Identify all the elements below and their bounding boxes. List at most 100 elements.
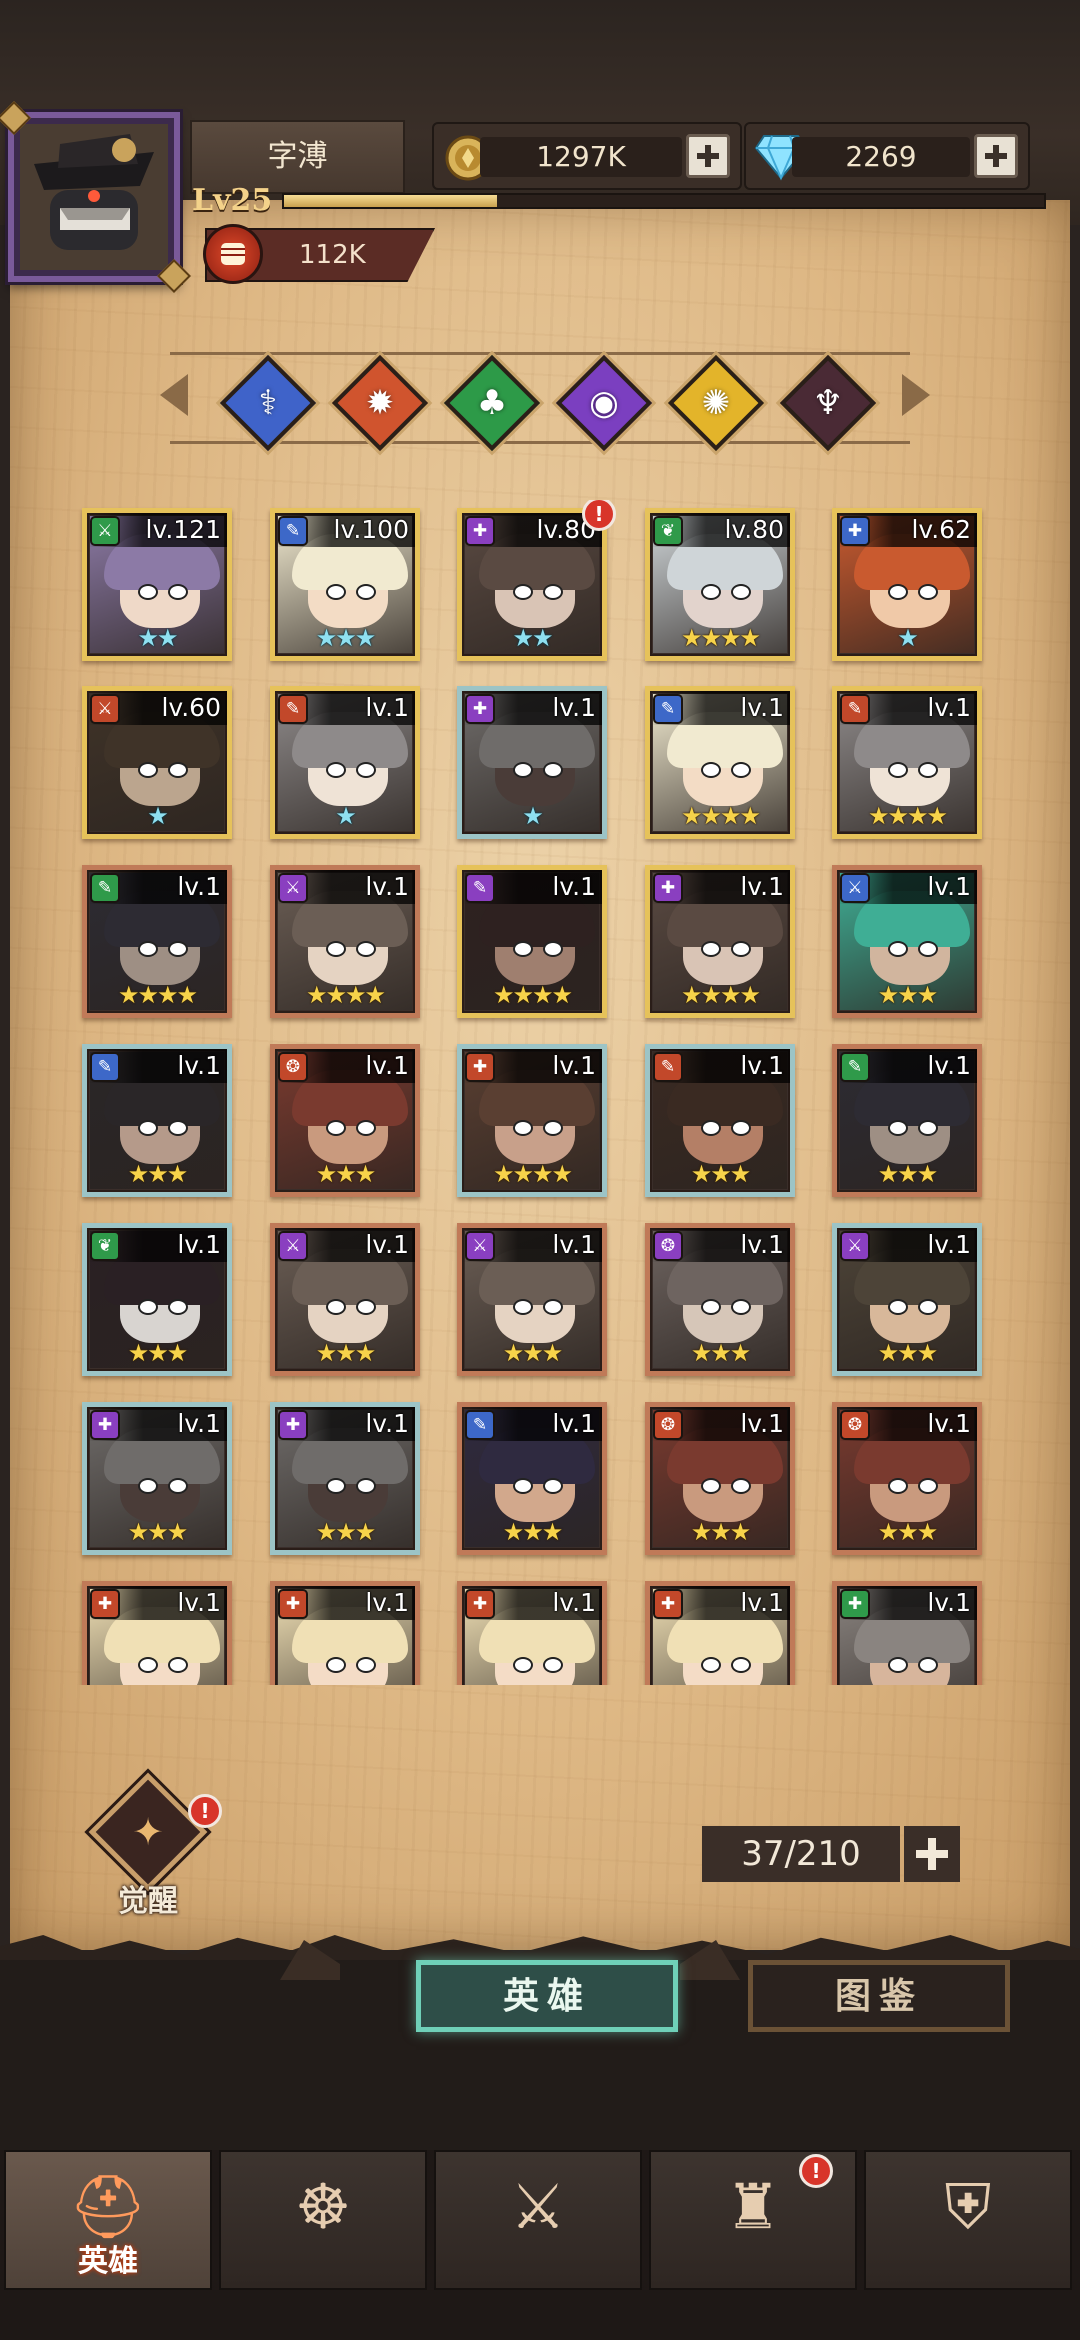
hero-card[interactable]: ❂ lv.1 ★★★ (270, 1044, 420, 1197)
hero-eye (731, 1299, 751, 1315)
awaken-button[interactable]: ✦ 觉醒 ! (88, 1772, 222, 1920)
hero-eye (326, 1478, 346, 1494)
hero-card[interactable]: ❂ lv.1 ★★★ (645, 1402, 795, 1555)
xp-progress-bar (282, 193, 1046, 209)
nav-label: 英雄 (78, 2244, 138, 2279)
faction-filter-green[interactable]: ♣ (443, 354, 541, 452)
hero-star-rating: ★★★★ (305, 981, 386, 1009)
tab-codex[interactable]: 图鉴 (748, 1960, 1010, 2032)
hero-eye (168, 1299, 188, 1315)
hero-eye (326, 1299, 346, 1315)
hero-card[interactable]: ⚔ lv.1 ★★★ (832, 865, 982, 1018)
hero-star-rating: ★★★★ (680, 981, 761, 1009)
nav-voyage[interactable]: ☸ (219, 2150, 427, 2290)
hero-card[interactable]: ✚ lv.1 ★★★ (82, 1402, 232, 1555)
hero-eye (701, 1478, 721, 1494)
hero-eye (356, 941, 376, 957)
hero-card[interactable]: ✎ lv.1 ★★★ (645, 1044, 795, 1197)
hero-eye (513, 941, 533, 957)
hero-eye (356, 762, 376, 778)
hero-card[interactable]: ⚔ lv.121 ★★ (82, 508, 232, 661)
hero-card[interactable]: ✎ lv.1 ★★★ (832, 1044, 982, 1197)
hero-level: lv.1 (927, 693, 971, 722)
hero-card[interactable]: ✎ lv.1 ★★★★ (82, 865, 232, 1018)
hero-card[interactable]: ❦ lv.1 ★★★ (82, 1223, 232, 1376)
hero-card[interactable]: ❦ lv.80 ★★★★ (645, 508, 795, 661)
hero-card[interactable]: ✚ lv.80 ★★! (457, 500, 616, 661)
hero-class-icon: ✎ (90, 873, 120, 903)
tab-heroes[interactable]: 英雄 (416, 1960, 678, 2032)
hero-star-rating: ★★★ (877, 1339, 939, 1367)
hero-eye (513, 1478, 533, 1494)
hero-card[interactable]: ✚ lv.1 (270, 1581, 420, 1685)
hero-card[interactable]: ⚔ lv.1 ★★★ (270, 1223, 420, 1376)
hero-card[interactable]: ❂ lv.1 ★★★ (645, 1223, 795, 1376)
hero-eye (326, 584, 346, 600)
hero-star-rating: ★★ (137, 624, 178, 652)
hero-level: lv.1 (740, 1051, 784, 1080)
hero-card[interactable]: ✎ lv.1 ★★★ (457, 1402, 607, 1555)
hero-star-rating: ★★★★ (867, 802, 948, 830)
nav-guild[interactable]: ⛨ (864, 2150, 1072, 2290)
hero-card[interactable]: ✚ lv.1 (645, 1581, 795, 1685)
hero-level: lv.1 (740, 1588, 784, 1617)
faction-filter-orange[interactable]: ✹ (331, 354, 429, 452)
hero-eye (918, 1120, 938, 1136)
hero-eye (138, 941, 158, 957)
hero-star-rating: ★★★★ (492, 981, 573, 1009)
hero-class-icon: ❂ (653, 1231, 683, 1261)
hero-eye (138, 584, 158, 600)
hero-eye (701, 1299, 721, 1315)
hero-eye (918, 1657, 938, 1673)
hero-card[interactable]: ✎ lv.1 ★★★★ (832, 686, 982, 839)
faction-filter-gold[interactable]: ✺ (667, 354, 765, 452)
hero-card[interactable]: ✎ lv.100 ★★★ (270, 508, 420, 661)
hero-star-rating: ★★★★ (680, 802, 761, 830)
faction-filter-dark[interactable]: ♆ (779, 354, 877, 452)
nav-castle[interactable]: ♜! (649, 2150, 857, 2290)
hero-card[interactable]: ⚔ lv.60 ★ (82, 686, 232, 839)
hero-card[interactable]: ✚ lv.1 (82, 1581, 232, 1685)
hero-card[interactable]: ⚔ lv.1 ★★★★ (270, 865, 420, 1018)
hero-card[interactable]: ✚ lv.1 ★★★ (270, 1402, 420, 1555)
hero-eye (888, 941, 908, 957)
hero-card[interactable]: ✎ lv.1 ★ (270, 686, 420, 839)
hero-eye (543, 1657, 563, 1673)
hero-eye (543, 941, 563, 957)
hero-eye (326, 1657, 346, 1673)
hero-card[interactable]: ✎ lv.1 ★★★ (82, 1044, 232, 1197)
add-gold-button[interactable] (686, 134, 730, 178)
nav-alert-badge: ! (799, 2154, 833, 2188)
player-avatar[interactable] (0, 101, 191, 293)
faction-filter-blue[interactable]: ⚕ (219, 354, 317, 452)
faction-filter-purple[interactable]: ◉ (555, 354, 653, 452)
nav-battle[interactable]: ⚔ (434, 2150, 642, 2290)
hero-star-rating: ★★★ (127, 1160, 189, 1188)
hero-level: lv.1 (927, 1409, 971, 1438)
hero-card[interactable]: ⚔ lv.1 ★★★ (832, 1223, 982, 1376)
add-diamond-button[interactable] (974, 134, 1018, 178)
hero-card[interactable]: ✚ lv.62 ★ (832, 508, 982, 661)
masked-hat-hero-portrait-icon (20, 124, 168, 270)
hero-level: lv.1 (552, 1051, 596, 1080)
nav-heroes[interactable]: ⛑ 英雄 (4, 2150, 212, 2290)
hero-card[interactable]: ❂ lv.1 ★★★ (832, 1402, 982, 1555)
hero-eye (701, 941, 721, 957)
hero-class-icon: ✚ (465, 1589, 495, 1619)
hero-card[interactable]: ✚ lv.1 ★ (457, 686, 607, 839)
hero-card[interactable]: ✎ lv.1 ★★★★ (645, 686, 795, 839)
hero-class-icon: ✚ (465, 516, 495, 546)
hero-eye (326, 762, 346, 778)
hero-level: lv.1 (177, 872, 221, 901)
hero-card[interactable]: ✚ lv.1 ★★★★ (645, 865, 795, 1018)
hero-eye (326, 1120, 346, 1136)
hero-class-icon: ❦ (653, 516, 683, 546)
hero-card[interactable]: ✚ lv.1 ★★★★ (457, 1044, 607, 1197)
hero-card[interactable]: ⚔ lv.1 ★★★ (457, 1223, 607, 1376)
hero-class-icon: ✎ (278, 516, 308, 546)
hero-level: lv.100 (333, 515, 409, 544)
hero-card[interactable]: ✚ lv.1 (457, 1581, 607, 1685)
hero-card[interactable]: ✚ lv.1 (832, 1581, 982, 1685)
expand-capacity-button[interactable] (904, 1826, 960, 1882)
hero-card[interactable]: ✎ lv.1 ★★★★ (457, 865, 607, 1018)
